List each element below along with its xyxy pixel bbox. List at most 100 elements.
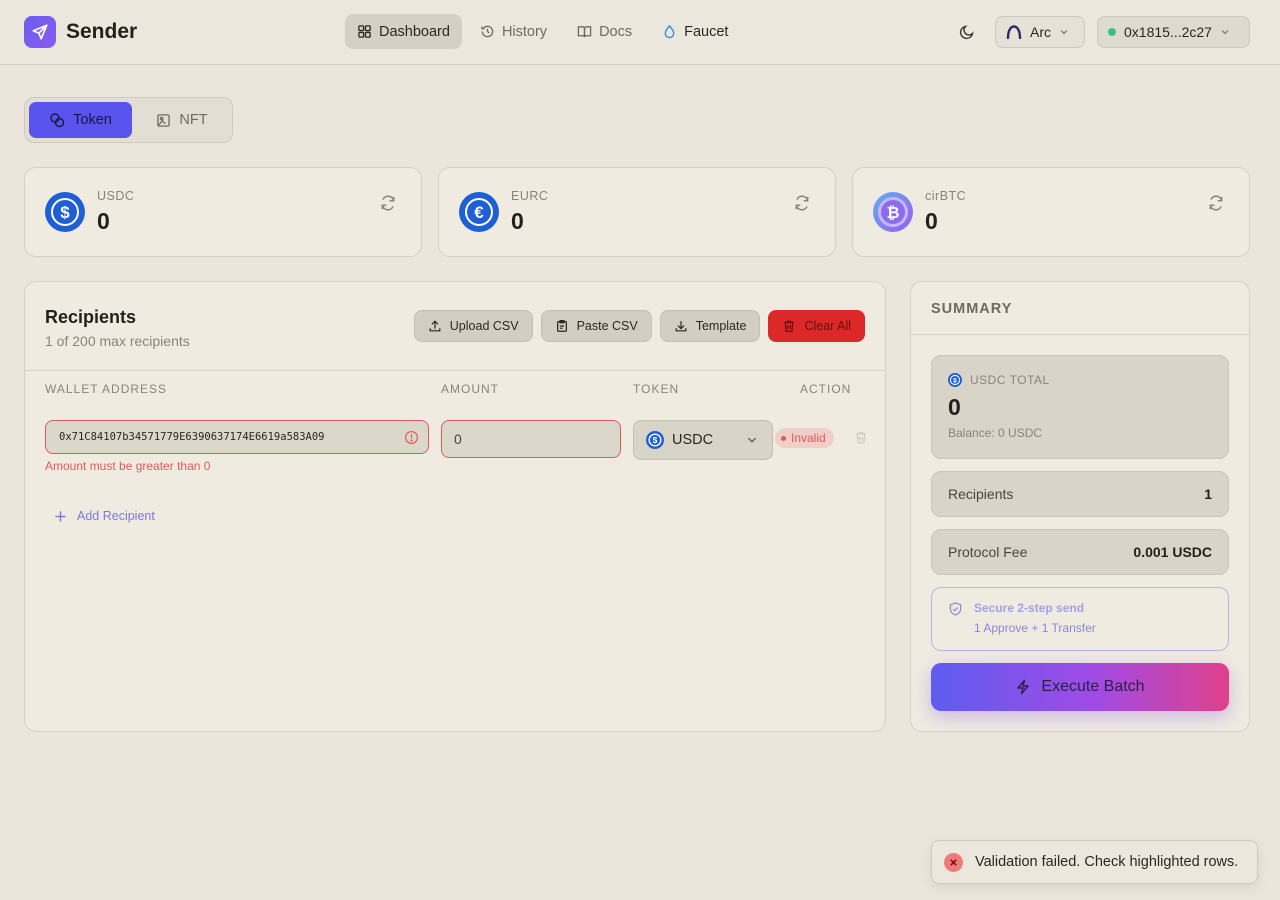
nav-dashboard[interactable]: Dashboard [345, 14, 462, 49]
paste-csv-label: Paste CSV [576, 319, 638, 333]
wallet-button[interactable]: 0x1815...2c27 [1097, 16, 1250, 48]
svg-text:₿: ₿ [886, 204, 899, 222]
column-header-address: WALLET ADDRESS [45, 382, 168, 396]
execute-batch-button[interactable]: Execute Batch [931, 663, 1229, 711]
nav-docs-label: Docs [599, 23, 633, 40]
summary-panel: SUMMARY $ USDC TOTAL 0 Balance: 0 USDC R… [910, 281, 1250, 732]
summary-recipients-label: Recipients [948, 486, 1014, 502]
error-icon [944, 852, 963, 872]
summary-balance: Balance: 0 USDC [948, 426, 1043, 440]
nav-faucet[interactable]: Faucet [650, 14, 740, 49]
svg-text:€: € [474, 203, 484, 222]
wallet-address-value: 0x71C84107b34571779E6390637174E6619a583A… [59, 431, 325, 443]
connection-status-dot [1108, 28, 1116, 36]
column-header-amount: AMOUNT [441, 382, 499, 396]
chevron-down-icon [747, 437, 757, 443]
balance-card-eurc: € EURC 0 [438, 167, 836, 257]
recipients-actions: Upload CSV Paste CSV Template Clear All [413, 310, 865, 342]
secure-send-title: Secure 2-step send [974, 601, 1085, 615]
mode-token-button[interactable]: Token [29, 102, 132, 138]
upload-csv-label: Upload CSV [449, 319, 519, 333]
nav-history[interactable]: History [468, 14, 559, 49]
amount-input[interactable]: 0 [441, 420, 621, 458]
image-icon [157, 113, 171, 127]
clear-all-button[interactable]: Clear All [768, 310, 865, 342]
status-badge: Invalid [775, 428, 834, 448]
book-icon [577, 26, 592, 38]
summary-total-card: $ USDC TOTAL 0 Balance: 0 USDC [931, 355, 1229, 459]
balance-value: 0 [97, 208, 110, 234]
divider [911, 334, 1249, 335]
nav-history-label: History [501, 23, 548, 40]
refresh-icon[interactable] [1207, 194, 1225, 212]
nav-dashboard-label: Dashboard [379, 23, 450, 40]
column-header-token: TOKEN [633, 382, 680, 396]
summary-recipients-value: 1 [1204, 486, 1212, 502]
error-toast: Validation failed. Check highlighted row… [931, 840, 1258, 884]
balance-card-usdc: $ USDC 0 [24, 167, 422, 257]
trash-icon[interactable] [854, 430, 868, 445]
summary-total-value: 0 [948, 394, 961, 420]
mode-token-label: Token [73, 112, 112, 128]
clipboard-icon [556, 319, 567, 332]
network-selector[interactable]: Arc [995, 16, 1085, 48]
refresh-icon[interactable] [379, 194, 397, 212]
balance-value: 0 [925, 208, 938, 234]
droplet-icon [664, 24, 675, 39]
summary-total-label-text: USDC TOTAL [970, 373, 1050, 387]
download-icon [675, 321, 687, 332]
alert-circle-icon [404, 430, 419, 445]
balance-card-cirbtc: ₿ cirBTC 0 [852, 167, 1250, 257]
summary-title: SUMMARY [931, 301, 1013, 317]
balance-symbol: cirBTC [925, 189, 967, 203]
cirbtc-icon: ₿ [873, 192, 913, 232]
nav-faucet-label: Faucet [684, 23, 729, 40]
summary-recipients-row: Recipients 1 [931, 471, 1229, 517]
add-recipient-label: Add Recipient [77, 509, 155, 523]
secure-send-subtitle: 1 Approve + 1 Transfer [974, 621, 1096, 635]
refresh-icon[interactable] [793, 194, 811, 212]
coins-icon [50, 113, 65, 128]
template-button[interactable]: Template [659, 310, 761, 342]
usdc-icon: $ [948, 373, 962, 387]
usdc-icon: $ [646, 431, 664, 449]
token-select-value: USDC [672, 432, 714, 448]
moon-icon [959, 25, 974, 40]
svg-text:$: $ [953, 377, 957, 384]
main-nav: Dashboard History Docs Faucet [345, 14, 740, 49]
nav-docs[interactable]: Docs [565, 14, 644, 49]
template-label: Template [695, 319, 747, 333]
summary-fee-row: Protocol Fee 0.001 USDC [931, 529, 1229, 575]
amount-value: 0 [454, 431, 462, 447]
mode-nft-button[interactable]: NFT [136, 102, 228, 138]
wallet-address: 0x1815...2c27 [1124, 24, 1212, 40]
status-dot [781, 435, 786, 441]
trash-icon [784, 320, 795, 332]
svg-text:$: $ [653, 435, 658, 445]
chevron-down-icon [1221, 30, 1229, 35]
upload-icon [429, 320, 441, 332]
balance-value: 0 [511, 208, 524, 234]
summary-fee-value: 0.001 USDC [1133, 544, 1212, 560]
theme-toggle-button[interactable] [956, 21, 978, 43]
recipients-count: 1 of 200 max recipients [45, 333, 190, 349]
balance-symbol: USDC [97, 189, 135, 203]
add-recipient-button[interactable]: Add Recipient [54, 509, 155, 523]
upload-csv-button[interactable]: Upload CSV [413, 310, 533, 342]
column-header-action: ACTION [800, 382, 852, 396]
eurc-icon: € [459, 192, 499, 232]
mode-nft-label: NFT [179, 112, 208, 128]
balance-symbol: EURC [511, 189, 549, 203]
recipients-panel: Recipients 1 of 200 max recipients Uploa… [24, 281, 886, 732]
mode-toggle: Token NFT [24, 97, 233, 143]
top-header: Sender Dashboard History Docs Faucet Arc… [0, 0, 1280, 65]
token-select[interactable]: $ USDC [633, 420, 773, 460]
brand[interactable]: Sender [24, 16, 137, 48]
secure-send-info: Secure 2-step send 1 Approve + 1 Transfe… [931, 587, 1229, 651]
summary-fee-label: Protocol Fee [948, 544, 1028, 560]
wallet-address-input[interactable]: 0x71C84107b34571779E6390637174E6619a583A… [45, 420, 429, 454]
row-error-message: Amount must be greater than 0 [45, 459, 211, 473]
chevron-down-icon [1060, 30, 1068, 35]
arc-network-icon [1006, 25, 1022, 39]
paste-csv-button[interactable]: Paste CSV [540, 310, 652, 342]
